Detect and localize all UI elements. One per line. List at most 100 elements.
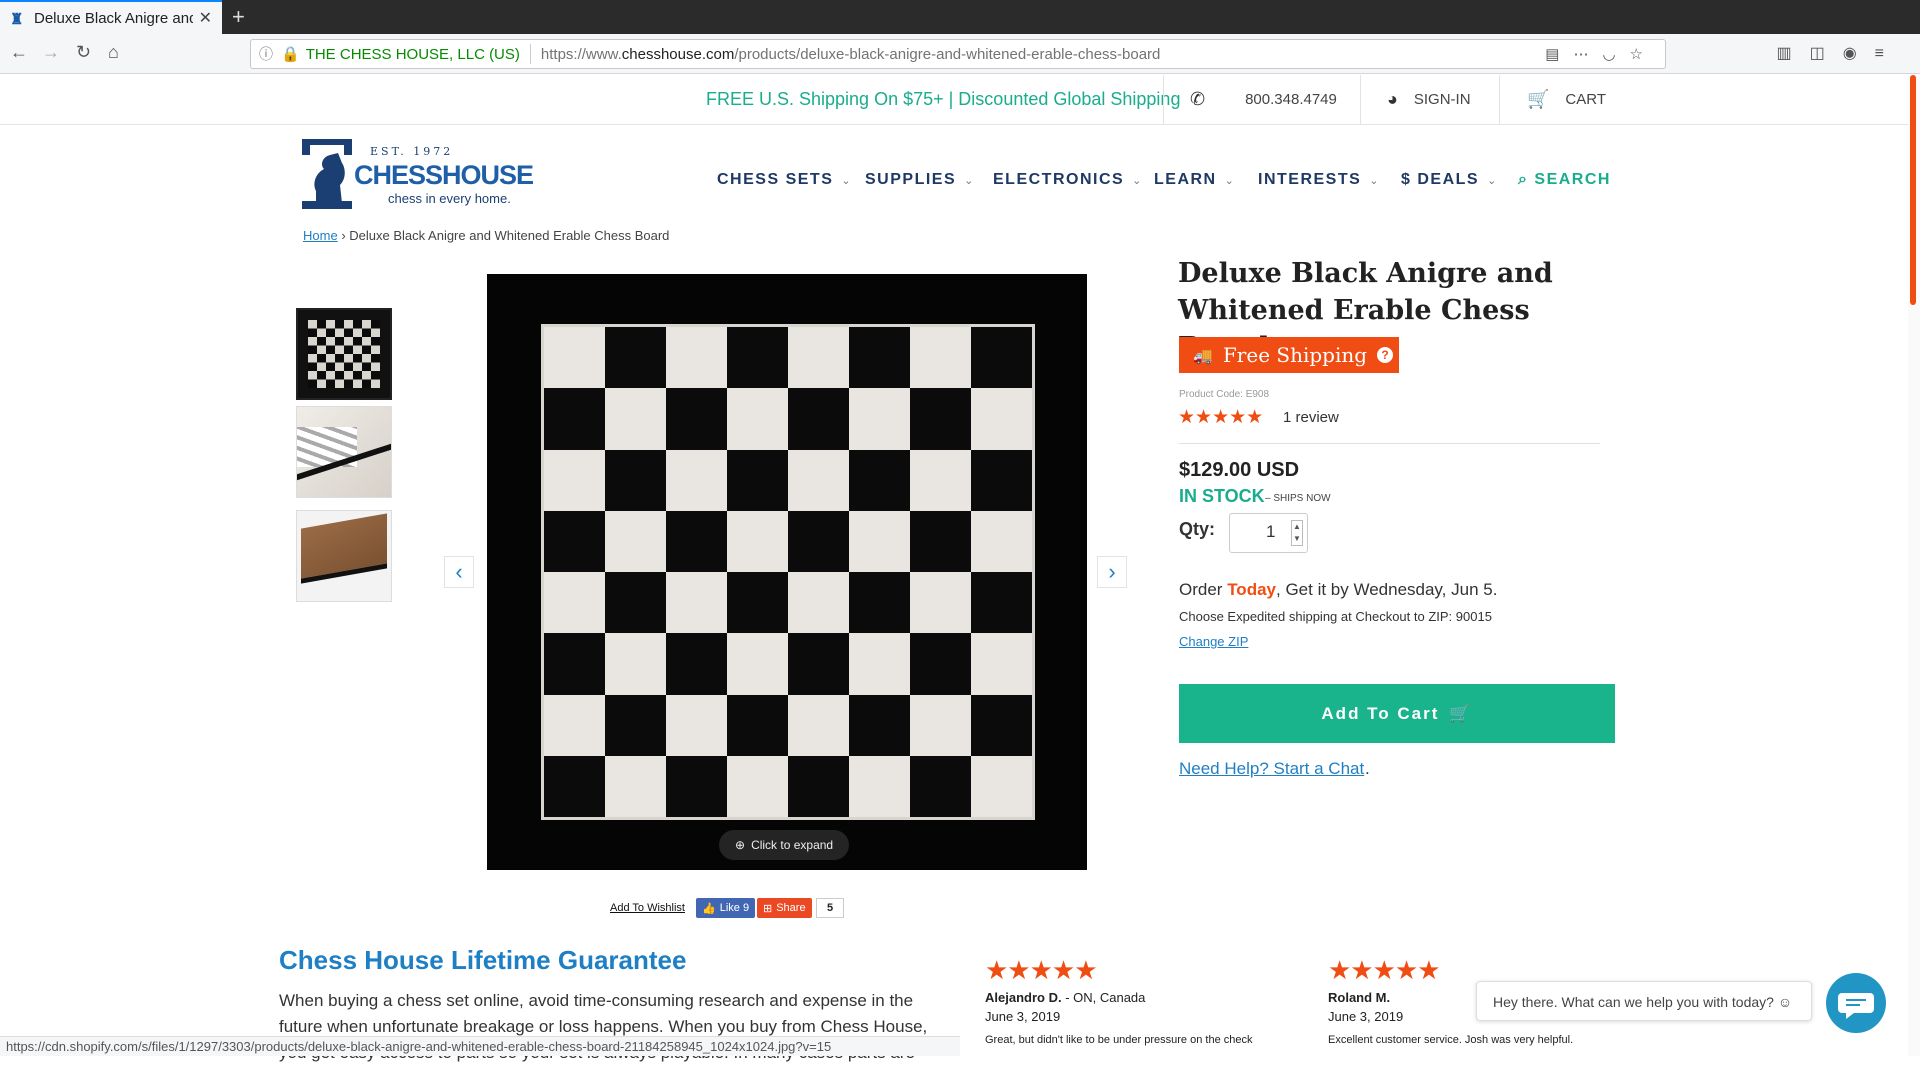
board-square bbox=[727, 633, 788, 695]
delivery-estimate: Order Today, Get it by Wednesday, Jun 5. bbox=[1179, 580, 1497, 600]
board-square bbox=[605, 694, 666, 756]
chess-board-image bbox=[541, 324, 1035, 820]
period: . bbox=[1365, 759, 1370, 778]
board-square bbox=[910, 449, 971, 511]
board-square bbox=[788, 755, 849, 817]
quantity-label: Qty: bbox=[1179, 519, 1215, 539]
pocket-icon[interactable]: ◡ bbox=[1602, 46, 1629, 63]
knight-logo-icon bbox=[302, 139, 352, 209]
close-tab-icon[interactable]: ✕ bbox=[199, 8, 212, 28]
add-to-wishlist-link[interactable]: Add To Wishlist bbox=[610, 898, 685, 918]
signin-label: SIGN-IN bbox=[1413, 91, 1471, 108]
back-icon[interactable]: ← bbox=[10, 42, 28, 63]
chat-icon bbox=[1838, 993, 1874, 1019]
logo-est: EST. 1972 bbox=[370, 145, 454, 158]
nav-chess-sets[interactable]: CHESS SETS ⌄ bbox=[717, 171, 852, 189]
more-actions-icon[interactable]: ⋯ bbox=[1573, 46, 1602, 63]
new-tab-button[interactable]: + bbox=[232, 4, 245, 30]
gallery-prev-button[interactable]: ‹ bbox=[444, 556, 474, 588]
sidebar-icon[interactable]: ◫ bbox=[1810, 45, 1843, 62]
toolbar-right: ▥◫◉≡ bbox=[1776, 43, 1902, 63]
board-square bbox=[849, 327, 910, 389]
divider bbox=[1360, 75, 1361, 125]
menu-icon[interactable]: ≡ bbox=[1875, 45, 1902, 62]
rating-stars[interactable]: ★★★★★ bbox=[1178, 406, 1263, 429]
board-square bbox=[727, 755, 788, 817]
cart-link[interactable]: 🛒 CART bbox=[1527, 89, 1606, 110]
help-question-icon[interactable]: ? bbox=[1377, 347, 1394, 363]
board-square bbox=[605, 388, 666, 450]
nav-search-label: SEARCH bbox=[1534, 171, 1611, 188]
share-label: Share bbox=[776, 902, 806, 914]
phone-number: 800.348.4749 bbox=[1245, 91, 1337, 108]
board-square bbox=[910, 572, 971, 634]
breadcrumb-separator: › bbox=[341, 228, 346, 243]
url-text[interactable]: https://www.chesshouse.com/products/delu… bbox=[541, 46, 1545, 63]
phone-link[interactable]: ✆ 800.348.4749 bbox=[1190, 89, 1337, 110]
address-bar[interactable]: ⓘ 🔒 THE CHESS HOUSE, LLC (US) https://ww… bbox=[250, 39, 1666, 69]
site-logo[interactable]: EST. 1972 CHESSHOUSE chess in every home… bbox=[302, 139, 534, 217]
thumbnail-board-top[interactable] bbox=[296, 308, 392, 400]
guarantee-heading: Chess House Lifetime Guarantee bbox=[279, 945, 687, 975]
board-square bbox=[788, 388, 849, 450]
thumbnail-board-corner[interactable] bbox=[296, 406, 392, 498]
review-text: Great, but didn't like to be under press… bbox=[985, 1034, 1253, 1046]
chat-prompt-bubble[interactable]: Hey there. What can we help you with tod… bbox=[1476, 981, 1812, 1021]
info-icon[interactable]: ⓘ bbox=[259, 44, 273, 64]
browser-tab[interactable]: ♜ Deluxe Black Anigre and Whitened ✕ bbox=[0, 0, 222, 34]
url-domain: chesshouse.com bbox=[621, 45, 735, 63]
share-button[interactable]: ⊞ Share bbox=[757, 898, 812, 918]
logo-tagline: chess in every home. bbox=[388, 191, 511, 206]
board-square bbox=[971, 633, 1032, 695]
quantity-stepper[interactable]: 1 ▲ ▼ bbox=[1229, 513, 1308, 553]
board-square bbox=[971, 755, 1032, 817]
site-identity[interactable]: THE CHESS HOUSE, LLC (US) bbox=[306, 46, 520, 63]
nav-learn[interactable]: LEARN ⌄ bbox=[1154, 171, 1235, 189]
board-square bbox=[971, 449, 1032, 511]
nav-electronics[interactable]: ELECTRONICS ⌄ bbox=[993, 171, 1143, 189]
expand-label: Click to expand bbox=[751, 838, 834, 852]
board-square bbox=[849, 510, 910, 572]
review-count-link[interactable]: 1 review bbox=[1283, 409, 1339, 426]
click-to-expand-button[interactable]: ⊕ Click to expand bbox=[719, 830, 850, 860]
board-square bbox=[544, 388, 605, 450]
nav-interests[interactable]: INTERESTS ⌄ bbox=[1258, 171, 1380, 189]
reader-view-icon[interactable]: ▤ bbox=[1545, 46, 1573, 63]
shipping-promo[interactable]: FREE U.S. Shipping On $75+ | Discounted … bbox=[706, 89, 1180, 110]
board-square bbox=[910, 327, 971, 389]
nav-search[interactable]: ⌕ SEARCH bbox=[1518, 171, 1611, 189]
account-icon[interactable]: ◉ bbox=[1843, 45, 1875, 62]
scrollbar-thumb[interactable] bbox=[1910, 75, 1916, 305]
change-zip-link[interactable]: Change ZIP bbox=[1179, 634, 1248, 649]
thumbnail-board-side[interactable] bbox=[296, 510, 392, 602]
home-icon[interactable]: ⌂ bbox=[108, 42, 119, 63]
user-icon: ◕ bbox=[1387, 89, 1398, 109]
board-square bbox=[910, 510, 971, 572]
share-count: 5 bbox=[816, 898, 845, 918]
reload-icon[interactable]: ↻ bbox=[76, 42, 91, 63]
breadcrumb-home[interactable]: Home bbox=[303, 228, 338, 243]
board-square bbox=[544, 755, 605, 817]
page-scrollbar[interactable] bbox=[1908, 75, 1920, 1056]
chevron-down-icon: ⌄ bbox=[1487, 175, 1498, 187]
nav-deals[interactable]: $ DEALS ⌄ bbox=[1401, 171, 1498, 189]
nav-supplies[interactable]: SUPPLIES ⌄ bbox=[865, 171, 975, 189]
lock-icon[interactable]: 🔒 bbox=[281, 45, 300, 63]
main-product-image[interactable]: ⊕ Click to expand bbox=[487, 274, 1087, 870]
start-chat-link[interactable]: Need Help? Start a Chat bbox=[1179, 759, 1364, 779]
nav-label: INTERESTS bbox=[1258, 171, 1362, 188]
signin-link[interactable]: ◕ SIGN-IN bbox=[1387, 89, 1471, 110]
forward-icon[interactable]: → bbox=[42, 42, 60, 63]
library-icon[interactable]: ▥ bbox=[1776, 45, 1809, 62]
chesshouse-favicon-icon: ♜ bbox=[10, 10, 24, 28]
facebook-like-button[interactable]: 👍 Like 9 bbox=[696, 898, 756, 918]
chevron-down-icon: ⌄ bbox=[1132, 175, 1143, 187]
bookmark-star-icon[interactable]: ☆ bbox=[1630, 46, 1657, 63]
gallery-next-button[interactable]: › bbox=[1097, 556, 1127, 588]
quantity-spin-icon[interactable]: ▲ ▼ bbox=[1291, 520, 1303, 546]
add-to-cart-button[interactable]: Add To Cart 🛒 bbox=[1179, 684, 1615, 743]
free-shipping-badge[interactable]: 🚚 Free Shipping ? bbox=[1179, 337, 1399, 373]
chat-launcher-button[interactable] bbox=[1826, 973, 1886, 1033]
chevron-down-icon: ⌄ bbox=[1224, 175, 1236, 187]
review-card: ★★★★★ Alejandro D. - ON, Canada June 3, … bbox=[985, 955, 1295, 1046]
